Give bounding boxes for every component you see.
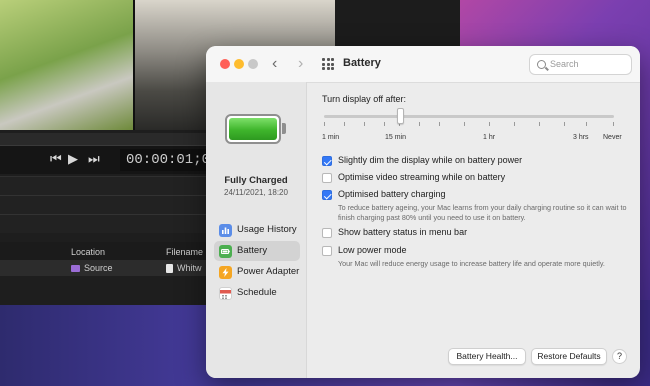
option-label: Optimised battery charging (338, 189, 446, 199)
row-filename: Whitw (166, 263, 202, 274)
optimised-charging-description: To reduce battery ageing, your Mac learn… (338, 203, 627, 222)
folder-icon (71, 265, 80, 273)
sidebar-item-battery[interactable]: Battery (214, 241, 300, 261)
sidebar-item-usage-history[interactable]: Usage History (214, 220, 300, 240)
help-button[interactable]: ? (612, 349, 627, 364)
sidebar-item-label: Usage History (237, 224, 297, 235)
minimize-button[interactable] (234, 59, 244, 69)
show-all-grid-icon[interactable] (322, 58, 334, 70)
low-power-mode-description: Your Mac will reduce energy usage to inc… (338, 259, 605, 268)
filename-column-header[interactable]: Filename (166, 247, 203, 257)
battery-tip (282, 123, 286, 134)
location-column-header[interactable]: Location (71, 247, 105, 257)
show-battery-status-checkbox[interactable] (322, 228, 332, 238)
skip-forward-icon[interactable]: ⏭ (88, 151, 100, 167)
battery-status-icon (225, 114, 281, 144)
battery-health-button[interactable]: Battery Health... (448, 348, 526, 365)
dim-display-checkbox[interactable] (322, 156, 332, 166)
slider-ticks (324, 122, 614, 126)
sidebar-item-label: Power Adapter (237, 266, 300, 277)
battery-status-date: 24/11/2021, 18:20 (224, 188, 288, 197)
file-icon (166, 264, 173, 274)
sidebar: Fully Charged 24/11/2021, 18:20 Usage Hi… (206, 82, 307, 378)
calendar-icon (219, 287, 232, 300)
optimised-charging-checkbox[interactable] (322, 190, 332, 200)
search-placeholder: Search (550, 59, 579, 69)
option-label: Low power mode (338, 245, 407, 255)
sidebar-item-label: Schedule (237, 287, 277, 298)
slider-label-1hr: 1 hr (483, 134, 496, 141)
sidebar-item-power-adapter[interactable]: Power Adapter (214, 262, 300, 282)
battery-preferences-window: ‹ › Battery Search Fully Charged 24/11/2… (206, 46, 640, 378)
slider-label-15min: 15 min (385, 134, 407, 141)
play-icon[interactable]: ▶ (68, 151, 78, 167)
display-off-slider[interactable] (324, 115, 614, 118)
bolt-icon (219, 266, 232, 279)
battery-fill (229, 118, 277, 140)
option-label: Show battery status in menu bar (338, 227, 468, 237)
slider-label-never: Never (603, 134, 622, 141)
row-location: Source (71, 263, 113, 273)
restore-defaults-button[interactable]: Restore Defaults (531, 348, 607, 365)
bar-chart-icon (219, 224, 232, 237)
optimise-video-checkbox[interactable] (322, 173, 332, 183)
window-title: Battery (343, 57, 381, 69)
display-off-slider-thumb[interactable] (397, 108, 404, 124)
close-button[interactable] (220, 59, 230, 69)
back-icon[interactable]: ‹ (272, 55, 277, 73)
slider-label-1min: 1 min (322, 134, 340, 141)
video-clip-left (0, 0, 133, 130)
search-icon (537, 60, 546, 69)
option-label: Optimise video streaming while on batter… (338, 172, 506, 182)
battery-status-title: Fully Charged (224, 175, 288, 186)
battery-icon (219, 245, 232, 258)
display-off-label: Turn display off after: (322, 94, 407, 104)
forward-icon[interactable]: › (298, 55, 303, 73)
sidebar-item-label: Battery (237, 245, 268, 256)
low-power-mode-checkbox[interactable] (322, 246, 332, 256)
skip-back-icon[interactable]: ⏮ (50, 151, 62, 167)
zoom-button[interactable] (248, 59, 258, 69)
title-bar: ‹ › Battery Search (206, 46, 640, 83)
search-field[interactable]: Search (529, 54, 632, 75)
option-label: Slightly dim the display while on batter… (338, 155, 523, 165)
sidebar-item-schedule[interactable]: Schedule (214, 283, 300, 303)
slider-label-3hrs: 3 hrs (573, 134, 589, 141)
battery-settings-panel: Turn display off after: 1 min 15 min 1 h… (307, 82, 640, 378)
